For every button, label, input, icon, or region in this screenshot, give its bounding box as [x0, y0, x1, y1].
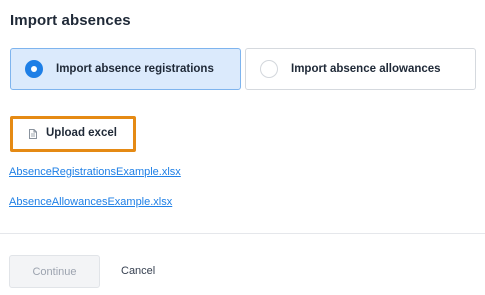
dialog-title: Import absences — [10, 12, 131, 29]
footer-divider — [0, 233, 485, 234]
cancel-button[interactable]: Cancel — [121, 265, 155, 277]
absence-allowances-example-link[interactable]: AbsenceAllowancesExample.xlsx — [9, 196, 172, 208]
continue-button[interactable]: Continue — [9, 255, 100, 288]
upload-excel-button[interactable]: Upload excel — [10, 116, 136, 152]
radio-checked-icon[interactable] — [25, 60, 43, 78]
option-label: Import absence registrations — [56, 63, 214, 75]
radio-unchecked-icon[interactable] — [260, 60, 278, 78]
absence-registrations-example-link[interactable]: AbsenceRegistrationsExample.xlsx — [9, 166, 181, 178]
option-import-absence-registrations[interactable]: Import absence registrations — [10, 48, 241, 90]
option-label: Import absence allowances — [291, 63, 441, 75]
option-import-absence-allowances[interactable]: Import absence allowances — [245, 48, 476, 90]
upload-excel-label: Upload excel — [46, 127, 117, 139]
file-icon — [29, 129, 37, 139]
